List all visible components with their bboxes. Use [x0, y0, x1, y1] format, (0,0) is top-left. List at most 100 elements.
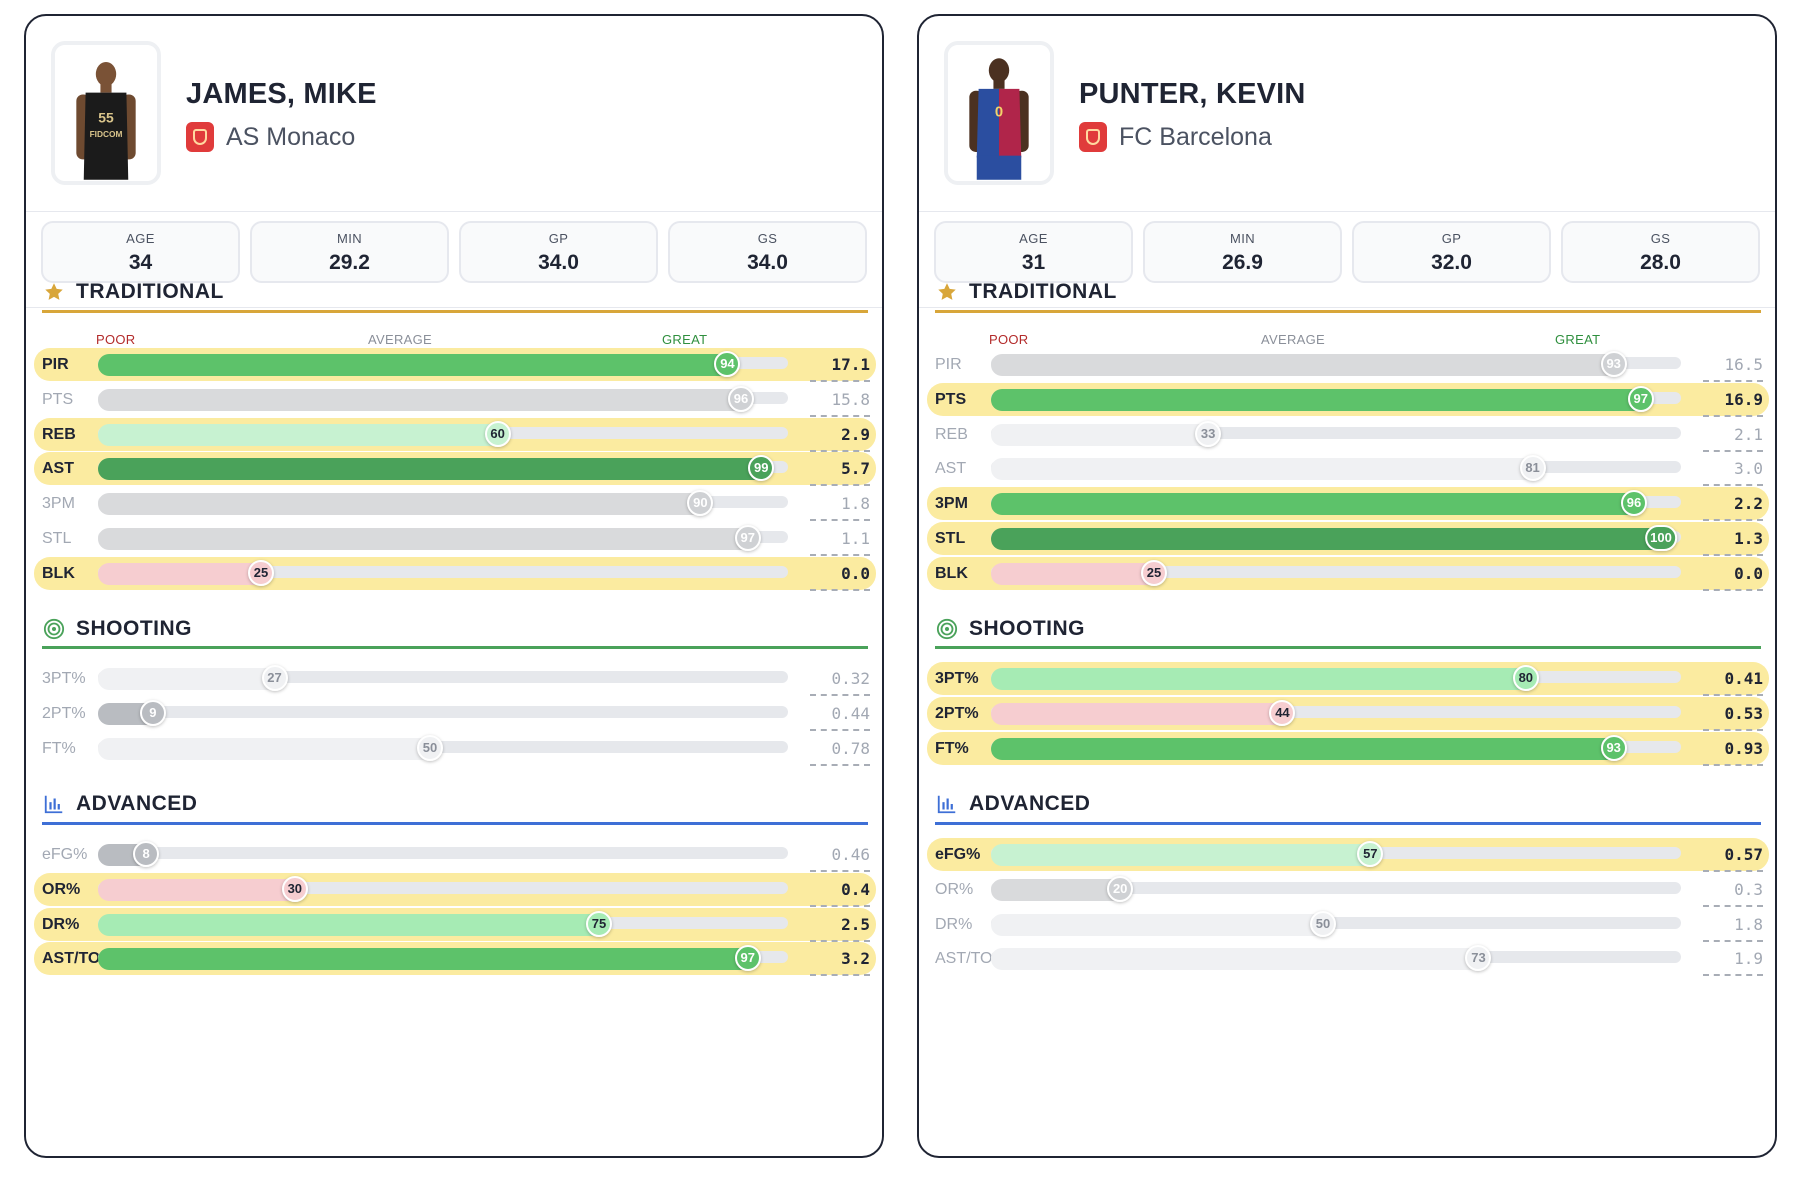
stat-row-value: 1.8: [841, 494, 870, 513]
stat-row-label: PIR: [42, 356, 69, 373]
percentile-badge: 90: [687, 490, 714, 516]
stat-row-value: 1.3: [1734, 529, 1763, 548]
stat-row-pir: PIR 93 16.5: [927, 348, 1769, 382]
stat-row-blk: BLK 25 0.0: [927, 557, 1769, 591]
percentile-fill: [991, 389, 1653, 411]
percentile-track: 75: [98, 911, 788, 937]
percentile-fill: [991, 528, 1673, 550]
percentile-track: 97: [98, 945, 788, 971]
stat-row-stl: STL 97 1.1: [34, 522, 876, 556]
percentile-fill: [991, 354, 1626, 376]
stat-row-ft: FT% 93 0.93: [927, 732, 1769, 766]
stat-row-label: DR%: [935, 916, 973, 933]
stat-row-value: 0.46: [831, 845, 870, 864]
stat-value: 31: [1021, 251, 1046, 274]
percentile-fill: [98, 914, 611, 936]
stat-row-label: 3PT%: [42, 670, 86, 687]
jersey-sponsor: FIDCOM: [90, 129, 123, 139]
stat-row-label: FT%: [42, 740, 76, 757]
stat-value: 34.0: [747, 251, 788, 274]
value-underline: [810, 589, 870, 591]
stat-row-reb: REB 33 2.1: [927, 418, 1769, 452]
stat-row-value: 0.93: [1724, 739, 1763, 758]
stat-row-value: 3.0: [1734, 459, 1763, 478]
player-photo-image: 55 FIDCOM: [55, 46, 157, 180]
player-card: 0 PUNTER, KEVIN FC Barcelona AGE 31 MIN …: [917, 14, 1777, 1158]
stat-row-3pm: 3PM 96 2.2: [927, 487, 1769, 521]
percentile-track: 97: [98, 525, 788, 551]
percentile-track: 8: [98, 841, 788, 867]
percentile-track: 9: [98, 700, 788, 726]
section-header-shooting: SHOOTING: [935, 617, 1085, 641]
percentile-badge: 30: [281, 876, 308, 902]
percentile-track: 96: [98, 386, 788, 412]
stat-label: MIN: [336, 231, 363, 246]
value-underline: [1703, 729, 1763, 731]
value-underline: [810, 729, 870, 731]
stat-row-label: BLK: [935, 565, 968, 582]
percentile-fill: [98, 738, 442, 760]
section-divider: [42, 310, 868, 313]
percentile-fill: [991, 738, 1626, 760]
stat-row-value: 0.0: [1734, 564, 1763, 583]
star-icon: [42, 280, 66, 304]
percentile-fill: [991, 493, 1646, 515]
player-header: 55 FIDCOM JAMES, MIKE AS Monaco: [26, 16, 882, 212]
stat-row-value: 0.32: [831, 669, 870, 688]
percentile-track: 60: [98, 421, 788, 447]
percentile-fill: [98, 458, 774, 480]
stat-row-stl: STL 100 1.3: [927, 522, 1769, 556]
stat-value: 34: [128, 251, 153, 274]
section-header-traditional: TRADITIONAL: [935, 280, 1117, 304]
value-underline: [1703, 415, 1763, 417]
player-name: JAMES, MIKE: [186, 78, 377, 110]
percentile-badge: 97: [734, 945, 761, 971]
value-underline: [1703, 589, 1763, 591]
team-logo-icon: [1079, 122, 1107, 152]
section-title: TRADITIONAL: [76, 280, 224, 303]
stat-value: 26.9: [1222, 251, 1263, 274]
percentile-track: 81: [991, 455, 1681, 481]
section-divider: [935, 646, 1761, 649]
percentile-fill: [991, 844, 1383, 866]
percentile-track: 57: [991, 841, 1681, 867]
percentile-badge: 75: [586, 911, 612, 937]
value-underline: [810, 870, 870, 872]
stat-min: MIN 29.2: [250, 221, 449, 283]
percentile-track: 50: [98, 735, 788, 761]
stat-value: 29.2: [329, 251, 370, 274]
percentile-fill: [98, 563, 273, 585]
stat-row-efg: eFG% 8 0.46: [34, 838, 876, 872]
stat-row-label: 3PT%: [935, 670, 979, 687]
value-underline: [1703, 554, 1763, 556]
stat-row-label: STL: [42, 530, 72, 547]
value-underline: [810, 415, 870, 417]
percentile-fill: [98, 424, 510, 446]
percentile-badge: 50: [1310, 911, 1336, 937]
percentile-track: 27: [98, 665, 788, 691]
percentile-track: 33: [991, 421, 1681, 447]
percentile-fill: [98, 493, 713, 515]
percentile-track: 20: [991, 876, 1681, 902]
scale-great-label: GREAT: [662, 332, 708, 347]
section-title: TRADITIONAL: [969, 280, 1117, 303]
stat-row-3pt: 3PT% 27 0.32: [34, 662, 876, 696]
player-header: 0 PUNTER, KEVIN FC Barcelona: [919, 16, 1775, 212]
percentile-badge: 60: [484, 421, 511, 447]
stat-label: GS: [1650, 231, 1671, 246]
stat-row-value: 0.57: [1724, 845, 1763, 864]
stat-row-value: 2.1: [1734, 425, 1763, 444]
stat-row-label: AST/TO: [935, 950, 993, 967]
player-card: 55 FIDCOM JAMES, MIKE AS Monaco AGE 34 M…: [24, 14, 884, 1158]
stat-row-value: 2.5: [841, 915, 870, 934]
section-title: SHOOTING: [76, 617, 193, 640]
stat-row-label: 2PT%: [42, 705, 86, 722]
percentile-scale: POOR AVERAGE GREAT: [26, 332, 882, 348]
stat-row-value: 1.8: [1734, 915, 1763, 934]
stat-gp: GP 32.0: [1352, 221, 1551, 283]
section-title: ADVANCED: [76, 792, 198, 815]
percentile-badge: 33: [1195, 421, 1222, 447]
stat-row-label: eFG%: [935, 846, 981, 863]
section-divider: [42, 822, 868, 825]
percentile-badge: 25: [1141, 560, 1167, 586]
